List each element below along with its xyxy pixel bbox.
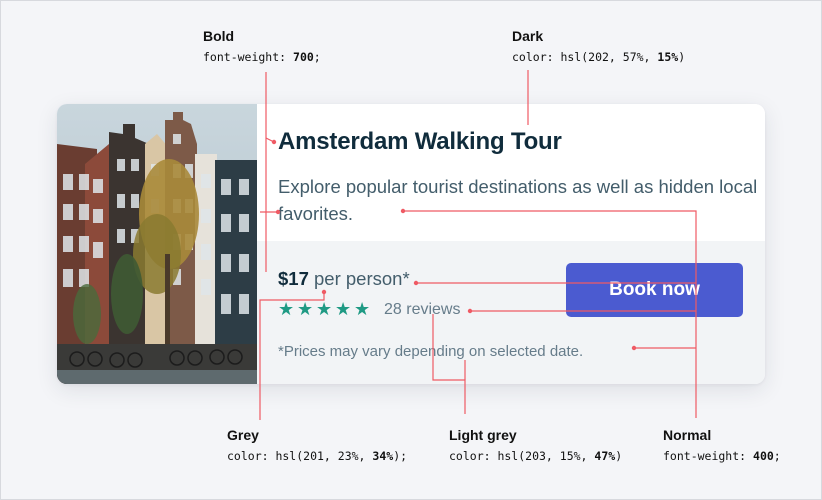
price: $17 per person* — [278, 268, 410, 290]
annotation-light-grey-title: Light grey — [449, 427, 517, 443]
annotation-normal-title: Normal — [663, 427, 712, 443]
price-note: *Prices may vary depending on selected d… — [278, 343, 584, 360]
card-footer-section: $17 per person* ★ ★ ★ ★ ★ 28 reviews *Pr… — [257, 241, 765, 384]
tour-photo — [57, 104, 257, 384]
star-icon: ★ — [278, 299, 295, 319]
star-icon: ★ — [335, 299, 352, 319]
annotation-light-grey-code: color: hsl(203, 15%, 47%) — [449, 449, 623, 463]
annotation-dark-title: Dark — [512, 28, 544, 44]
tour-card: Amsterdam Walking Tour Explore popular t… — [57, 104, 765, 384]
tour-title: Amsterdam Walking Tour — [278, 128, 562, 155]
annotation-bold-code: font-weight: 700; — [203, 50, 321, 64]
annotation-bold-title: Bold — [203, 28, 235, 44]
amsterdam-houses-illustration — [57, 104, 257, 384]
annotation-dark-code: color: hsl(202, 57%, 15%) — [512, 50, 686, 64]
annotation-grey-code: color: hsl(201, 23%, 34%); — [227, 449, 408, 463]
star-icon: ★ — [316, 299, 333, 319]
annotation-grey-title: Grey — [227, 427, 259, 443]
price-unit: per person* — [308, 268, 410, 289]
star-icon: ★ — [297, 299, 314, 319]
card-header-section: Amsterdam Walking Tour Explore popular t… — [257, 104, 765, 241]
book-now-button[interactable]: Book now — [566, 263, 743, 317]
price-amount: $17 — [278, 268, 309, 289]
annotation-normal-code: font-weight: 400; — [663, 449, 781, 463]
star-icon: ★ — [354, 299, 371, 319]
rating-stars: ★ ★ ★ ★ ★ — [278, 299, 371, 319]
reviews-count[interactable]: 28 reviews — [384, 301, 460, 319]
tour-description: Explore popular tourist destinations as … — [278, 176, 758, 224]
